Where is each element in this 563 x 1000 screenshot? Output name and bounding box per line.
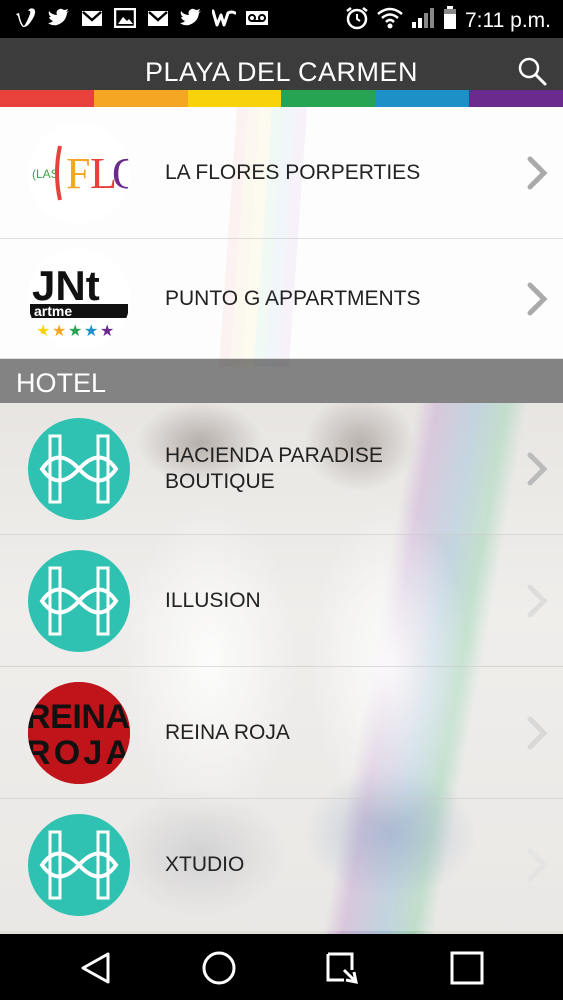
recents-button[interactable] (449, 950, 485, 986)
section-header-hotel: HOTEL (0, 359, 563, 403)
chevron-right-icon (525, 156, 549, 190)
rainbow-orange (93, 90, 188, 107)
chevron-right-icon (525, 716, 549, 750)
rainbow-yellow (187, 90, 282, 107)
svg-text:O: O (112, 149, 130, 198)
svg-text:★: ★ (84, 323, 98, 340)
chevron-right-icon (525, 848, 549, 882)
search-icon (518, 57, 547, 86)
chevron-right-icon (525, 584, 549, 618)
alarm-icon (345, 6, 369, 35)
vimeo-icon (14, 7, 38, 29)
list-item-label: LA FLORES PORPERTIES (165, 160, 421, 184)
battery-icon (443, 6, 457, 35)
notification-icons (14, 7, 269, 29)
clock: 7:11 p.m. (465, 8, 551, 32)
list-item[interactable]: ILLUSION (0, 535, 563, 667)
assist-icon (326, 952, 358, 984)
gallery-icon (113, 7, 137, 29)
list-item[interactable]: XTUDIO (0, 799, 563, 931)
svg-text:(LAS: (LAS (32, 167, 59, 181)
section-title: HOTEL (16, 368, 107, 398)
list-item[interactable]: REINA ROJA REINA ROJA (0, 667, 563, 799)
search-button[interactable] (517, 56, 547, 86)
voicemail-icon (245, 7, 269, 29)
gmail-icon (146, 7, 170, 29)
infinity-logo (28, 418, 130, 520)
wattpad-icon (212, 7, 236, 29)
chevron-right-icon (525, 452, 549, 486)
list-item-label: REINA ROJA (165, 720, 290, 744)
svg-text:artme: artme (34, 303, 72, 319)
svg-text:★: ★ (52, 323, 66, 340)
svg-text:REINA: REINA (28, 698, 130, 736)
svg-text:F: F (66, 149, 90, 198)
home-icon (202, 951, 236, 985)
punto-g-logo: JNt artme ★ ★ ★ ★ ★ (28, 248, 130, 350)
las-flores-logo: (LAS F L O (28, 122, 130, 224)
rainbow-blue (375, 90, 470, 107)
back-icon (81, 952, 110, 984)
listing-content[interactable]: (LAS F L O LA FLORES PORPERTIES JNt artm… (0, 107, 563, 934)
infinity-logo (28, 550, 130, 652)
svg-text:★: ★ (100, 323, 114, 340)
list-item-label: PUNTO G APPARTMENTS (165, 286, 421, 310)
system-status: 7:11 p.m. (345, 6, 551, 35)
system-nav-bar (0, 934, 563, 1000)
svg-text:JNt: JNt (32, 262, 100, 309)
rainbow-purple (469, 90, 563, 107)
list-item[interactable]: (LAS F L O LA FLORES PORPERTIES (0, 107, 563, 239)
list-item[interactable]: HACIENDA PARADISE BOUTIQUE (0, 403, 563, 535)
signal-icon (411, 7, 435, 34)
assist-button[interactable] (324, 950, 360, 986)
list-item-label: ILLUSION (165, 588, 261, 612)
rainbow-stripe (0, 90, 563, 107)
list-item-label: XTUDIO (165, 853, 245, 876)
rainbow-green (281, 90, 376, 107)
rainbow-red (0, 90, 94, 107)
list-item[interactable]: JNt artme ★ ★ ★ ★ ★ PUNTO G APPARTMENTS (0, 239, 563, 359)
page-title: PLAYA DEL CARMEN (144, 57, 419, 87)
svg-text:★: ★ (68, 323, 82, 340)
back-button[interactable] (78, 950, 114, 986)
twitter-icon (179, 7, 203, 29)
reina-roja-logo: REINA ROJA (28, 682, 130, 784)
svg-text:★: ★ (36, 323, 50, 340)
list-item-label: HACIENDA PARADISE BOUTIQUE (165, 443, 383, 493)
status-bar: 7:11 p.m. (0, 0, 563, 38)
twitter-icon (47, 7, 71, 29)
infinity-logo (28, 814, 130, 916)
gmail-icon (80, 7, 104, 29)
home-button[interactable] (201, 950, 237, 986)
svg-text:ROJA: ROJA (28, 734, 130, 772)
chevron-right-icon (525, 282, 549, 316)
wifi-icon (377, 7, 403, 34)
recents-icon (450, 951, 484, 985)
app-header: PLAYA DEL CARMEN (0, 38, 563, 90)
